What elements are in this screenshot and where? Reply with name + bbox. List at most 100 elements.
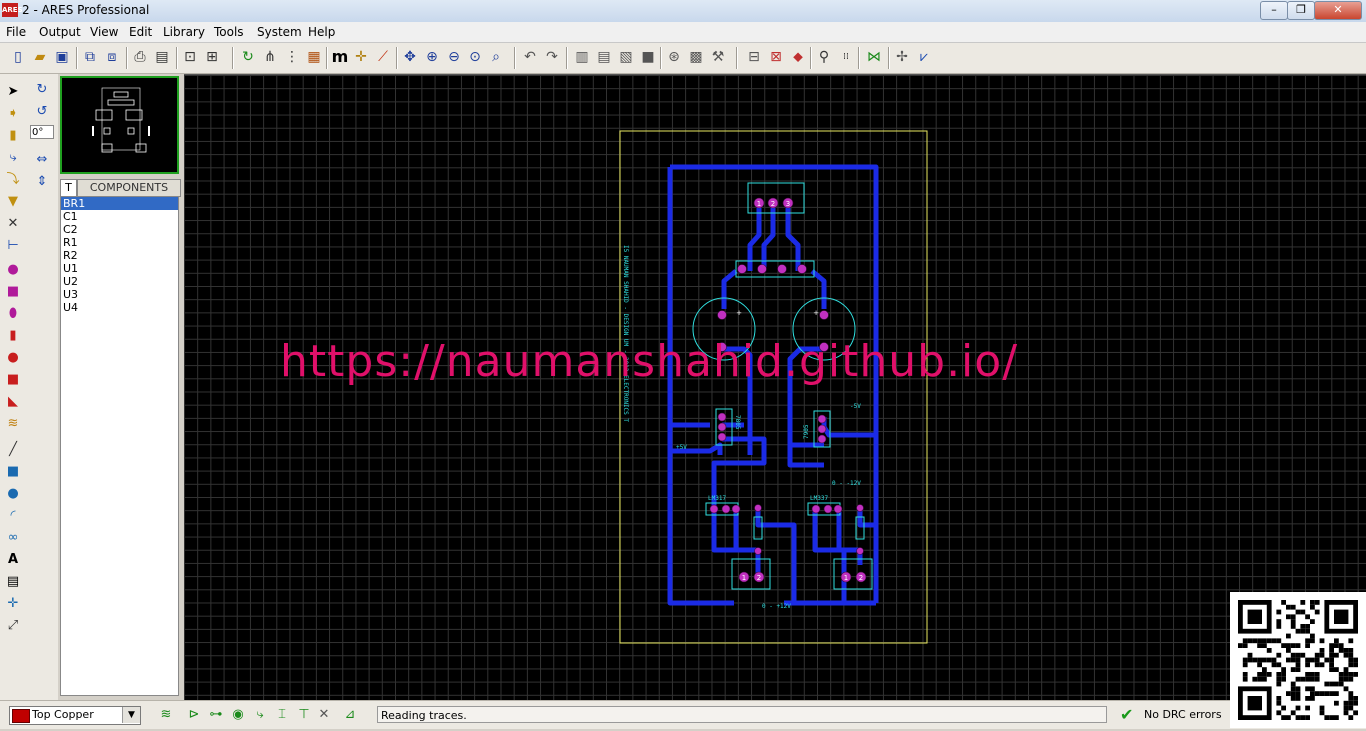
pan-icon[interactable]: ✥ xyxy=(400,47,420,67)
board-area-icon[interactable]: ⊞ xyxy=(202,47,222,67)
auto-place-icon[interactable]: ✢ xyxy=(892,47,912,67)
save-icon[interactable]: ▣ xyxy=(52,47,72,67)
square-pad-icon[interactable]: ■ xyxy=(3,282,23,302)
ratsnest-icon[interactable]: ⊠ xyxy=(766,47,786,67)
rotate-cw-icon[interactable]: ↻ xyxy=(32,80,52,100)
layer-stack-icon[interactable]: ≋ xyxy=(156,705,176,725)
track-mode-icon[interactable]: ⤷ xyxy=(3,148,23,168)
print-preview-icon[interactable]: ▤ xyxy=(152,47,172,67)
connection-icon[interactable]: ⊿ xyxy=(340,705,360,725)
pick-icon[interactable]: ⊛ xyxy=(664,47,684,67)
decompose-icon[interactable]: ⚒ xyxy=(708,47,728,67)
flip-icon[interactable]: ⋔ xyxy=(260,47,280,67)
oval-pad-icon[interactable]: ⬮ xyxy=(3,304,23,324)
list-item[interactable]: R2 xyxy=(61,249,178,262)
grid-icon[interactable]: ⋮ xyxy=(282,47,302,67)
menu-output[interactable]: Output xyxy=(39,25,81,39)
edge-pad-icon[interactable]: ▮ xyxy=(3,326,23,346)
force-vector-icon[interactable]: ⬥ xyxy=(788,47,808,67)
marker-mode-icon[interactable]: ✛ xyxy=(3,594,23,614)
undo-icon[interactable]: ↶ xyxy=(520,47,540,67)
redo-icon[interactable]: ↷ xyxy=(542,47,562,67)
search-icon[interactable]: ⚲ xyxy=(814,47,834,67)
ratsnest-toggle-icon[interactable]: ✕ xyxy=(314,705,334,725)
line-mode-icon[interactable]: ╱ xyxy=(3,440,23,460)
minimize-button[interactable]: – xyxy=(1260,1,1288,20)
auto-route-icon[interactable]: ⋈ xyxy=(864,47,884,67)
new-file-icon[interactable]: ▯ xyxy=(8,47,28,67)
open-folder-icon[interactable]: ▰ xyxy=(30,47,50,67)
annotate-icon[interactable]: ⁞⁞ xyxy=(836,47,856,67)
chevron-down-icon[interactable]: ▼ xyxy=(122,707,140,723)
drc-icon[interactable]: ⩗ xyxy=(914,47,934,67)
block-copy-icon[interactable]: ▥ xyxy=(572,47,592,67)
metric-icon[interactable]: m xyxy=(330,47,350,67)
net-icon[interactable]: ⊶ xyxy=(206,705,226,725)
path-mode-icon[interactable]: ∞ xyxy=(3,528,23,548)
rect-smt-pad-icon[interactable]: ■ xyxy=(3,370,23,390)
list-item[interactable]: U3 xyxy=(61,288,178,301)
menu-help[interactable]: Help xyxy=(308,25,335,39)
zoom-area-icon[interactable]: ⌕ xyxy=(486,47,506,67)
rotation-angle-input[interactable] xyxy=(30,125,54,139)
track-icon[interactable]: ⤷ xyxy=(250,705,270,725)
close-button[interactable]: ✕ xyxy=(1314,1,1362,20)
menu-file[interactable]: File xyxy=(6,25,26,39)
circle-mode-icon[interactable]: ● xyxy=(3,484,23,504)
library-icon[interactable]: ▩ xyxy=(686,47,706,67)
list-item[interactable]: U4 xyxy=(61,301,178,314)
ratsnest-mode-icon[interactable]: ✕ xyxy=(3,214,23,234)
pcb-canvas[interactable]: 1 2 3 1 2 1 2 + + I5 NAUMAN SHAHID - DESIGN U… xyxy=(184,74,1366,701)
block-delete-icon[interactable]: ■ xyxy=(638,47,658,67)
rotate-ccw-icon[interactable]: ↺ xyxy=(32,102,52,122)
list-item[interactable]: C1 xyxy=(61,210,178,223)
menu-system[interactable]: System xyxy=(257,25,302,39)
components-list[interactable]: BR1 C1 C2 R1 R2 U1 U2 U3 U4 xyxy=(60,196,179,696)
pin-icon[interactable]: ⌶ xyxy=(272,705,292,725)
menu-tools[interactable]: Tools xyxy=(214,25,244,39)
list-item[interactable]: U1 xyxy=(61,262,178,275)
list-item[interactable]: U2 xyxy=(61,275,178,288)
list-item[interactable]: C2 xyxy=(61,223,178,236)
connectivity-icon[interactable]: ⊟ xyxy=(744,47,764,67)
export-icon[interactable]: ⧈ xyxy=(102,47,122,67)
component-mode-icon[interactable]: ➧ xyxy=(3,104,23,124)
text-mode-icon[interactable]: A xyxy=(3,550,23,570)
route-icon[interactable]: ⊳ xyxy=(184,705,204,725)
zoom-in-icon[interactable]: ⊕ xyxy=(422,47,442,67)
zoom-all-icon[interactable]: ⊙ xyxy=(465,47,485,67)
connectivity-mode-icon[interactable]: ⊢ xyxy=(3,236,23,256)
drc-status[interactable]: ✔ No DRC errors xyxy=(1120,706,1230,723)
print-icon[interactable]: ⎙ xyxy=(130,47,150,67)
menu-library[interactable]: Library xyxy=(163,25,205,39)
mirror-horizontal-icon[interactable]: ⇔ xyxy=(32,150,52,170)
selection-mode-icon[interactable]: ➤ xyxy=(3,82,23,102)
layer-selector[interactable]: Top Copper ▼ xyxy=(9,706,141,725)
arc-mode-icon[interactable]: ◜ xyxy=(3,506,23,526)
components-tab-toggle[interactable]: T xyxy=(60,179,77,197)
maximize-button[interactable]: ❐ xyxy=(1287,1,1315,20)
zone-mode-icon[interactable]: ▼ xyxy=(3,192,23,212)
symbol-mode-icon[interactable]: ▤ xyxy=(3,572,23,592)
polygon-pad-icon[interactable]: ◣ xyxy=(3,392,23,412)
dimension-mode-icon[interactable]: ⤢ xyxy=(3,616,23,636)
zoom-out-icon[interactable]: ⊖ xyxy=(444,47,464,67)
menu-view[interactable]: View xyxy=(90,25,118,39)
overview-window[interactable] xyxy=(60,76,179,174)
list-item[interactable]: BR1 xyxy=(61,197,178,210)
measure-icon[interactable]: ⟋ xyxy=(373,47,393,67)
via-mode-icon[interactable]: ⤵ xyxy=(3,170,23,190)
area-icon[interactable]: ⊡ xyxy=(180,47,200,67)
import-icon[interactable]: ⧉ xyxy=(80,47,100,67)
refresh-icon[interactable]: ↻ xyxy=(238,47,258,67)
block-rotate-icon[interactable]: ▧ xyxy=(616,47,636,67)
round-pad-icon[interactable]: ● xyxy=(3,260,23,280)
origin-icon[interactable]: ✛ xyxy=(351,47,371,67)
list-item[interactable]: R1 xyxy=(61,236,178,249)
mirror-vertical-icon[interactable]: ⇕ xyxy=(32,172,52,192)
padstack-icon[interactable]: ≋ xyxy=(3,414,23,434)
box-mode-icon[interactable]: ■ xyxy=(3,462,23,482)
block-move-icon[interactable]: ▤ xyxy=(594,47,614,67)
layers-icon[interactable]: ▦ xyxy=(304,47,324,67)
menu-edit[interactable]: Edit xyxy=(129,25,152,39)
